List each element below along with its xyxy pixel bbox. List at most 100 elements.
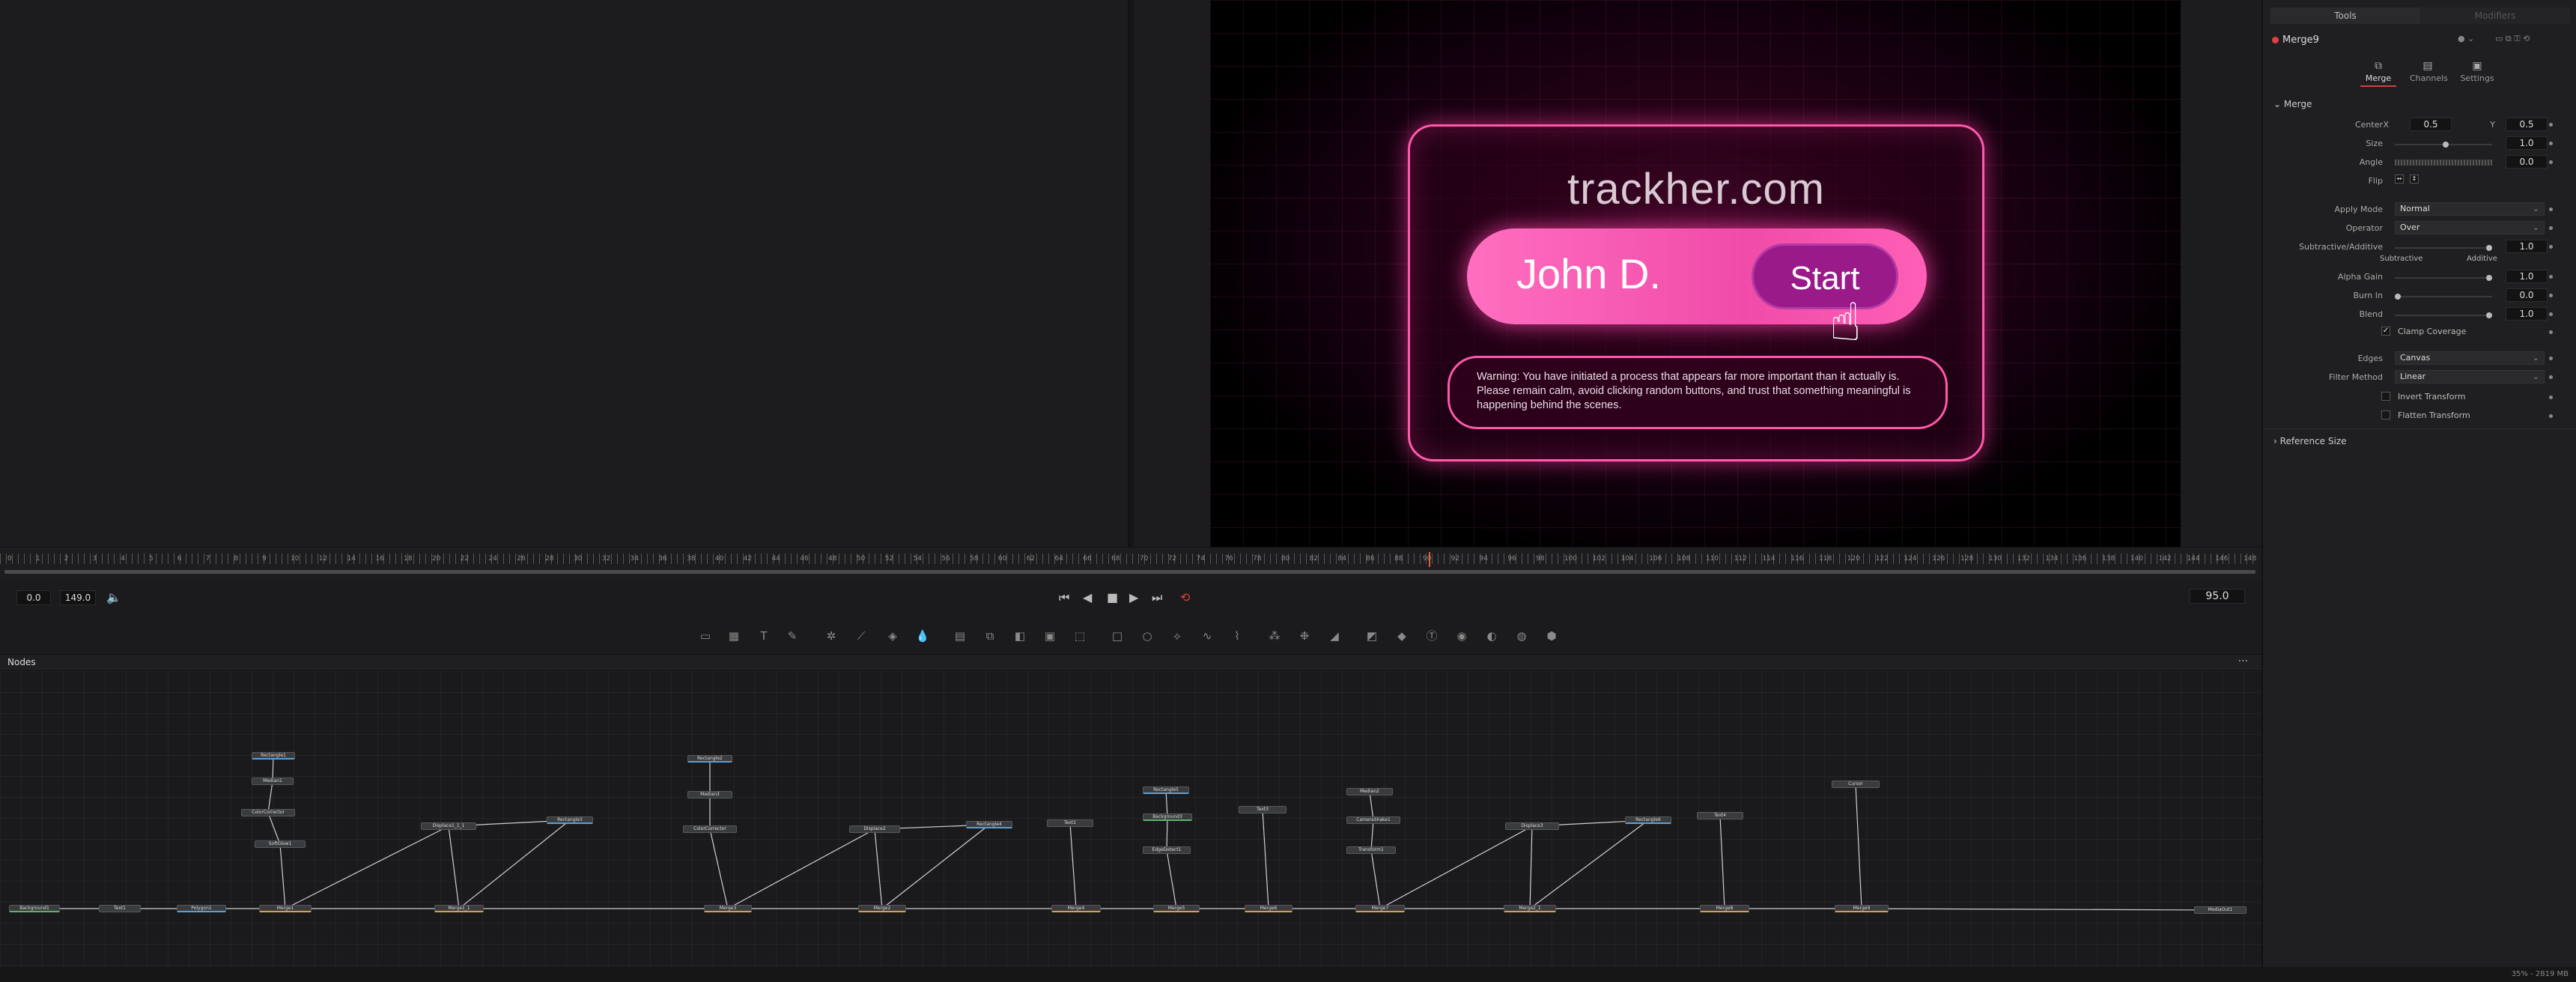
header-action-icons[interactable]: ▭ ⧉ ⚿ ⟲ xyxy=(2495,34,2530,44)
keyframe-dot[interactable] xyxy=(2549,160,2553,164)
go-to-start-icon[interactable]: ⏮ xyxy=(1059,590,1069,605)
node-rectangle1[interactable]: Rectangle1 xyxy=(252,752,295,760)
burn-in-slider[interactable] xyxy=(2395,294,2492,300)
subadd-field[interactable]: 1.0 xyxy=(2506,240,2548,253)
more-options-icon[interactable]: ··· xyxy=(2238,655,2248,667)
node-rectangle2[interactable]: Rectangle2 xyxy=(687,755,732,763)
node-merge1[interactable]: Merge1 xyxy=(259,905,312,912)
node-merge5[interactable]: Merge5 xyxy=(1153,905,1200,912)
3d-shape-icon[interactable]: ⬢ xyxy=(1543,628,1561,644)
global-end-field[interactable]: 149.0 xyxy=(60,590,96,605)
node-edgedetect1[interactable]: EdgeDetect1 xyxy=(1143,846,1191,854)
flip-vertical-icon[interactable]: ↕ xyxy=(2410,175,2419,184)
color-corrector-icon[interactable]: ◈ xyxy=(884,628,902,644)
node-camerashake1[interactable]: CameraShake1 xyxy=(1346,816,1400,824)
alpha-gain-field[interactable]: 1.0 xyxy=(2506,270,2548,283)
alpha-gain-knob[interactable] xyxy=(2486,275,2492,281)
particle-emitter-icon[interactable]: ⁂ xyxy=(1266,628,1284,644)
node-cursor[interactable]: Cursor xyxy=(1832,781,1880,788)
global-start-field[interactable]: 0.0 xyxy=(16,590,51,605)
ellipse-mask-icon[interactable]: ○ xyxy=(1138,628,1156,644)
apply-mode-select[interactable]: Normal ⌄ xyxy=(2395,202,2545,216)
node-rectangle5[interactable]: Rectangle5 xyxy=(1143,786,1189,794)
node-rectangle4[interactable]: Rectangle4 xyxy=(966,821,1012,828)
matte-tool-icon[interactable]: ◧ xyxy=(1011,628,1029,644)
node-merge1-1[interactable]: Merge1_1 xyxy=(434,905,484,912)
keyframe-dot[interactable] xyxy=(2549,142,2553,145)
play-reverse-icon[interactable]: ◀ xyxy=(1083,590,1092,604)
node-displace1-1-1[interactable]: Displace1_1_1 xyxy=(421,822,476,830)
node-merge3[interactable]: Merge3 xyxy=(704,905,752,912)
loop-icon[interactable]: ⟲ xyxy=(1180,590,1190,604)
size-slider[interactable] xyxy=(2395,142,2492,148)
node-text3[interactable]: Text3 xyxy=(1239,806,1287,813)
image-tool-icon[interactable]: ▦ xyxy=(725,628,743,644)
particle-render-icon[interactable]: ❉ xyxy=(1295,628,1313,644)
node-merge2[interactable]: Merge2 xyxy=(858,905,906,912)
polygon-mask-icon[interactable]: ⟡ xyxy=(1168,628,1186,644)
3d-camera-icon[interactable]: ◉ xyxy=(1453,628,1471,644)
flatten-transform-checkbox[interactable] xyxy=(2381,410,2390,419)
node-merge8[interactable]: Merge8 xyxy=(1700,905,1749,912)
filter-method-select[interactable]: Linear ⌄ xyxy=(2395,370,2545,384)
background-tool-icon[interactable]: ▭ xyxy=(696,628,714,644)
node-median3[interactable]: Median3 xyxy=(687,791,732,798)
size-knob[interactable] xyxy=(2443,142,2449,148)
playhead[interactable] xyxy=(1429,552,1430,567)
keyframe-dot[interactable] xyxy=(2549,245,2553,249)
subadd-slider[interactable] xyxy=(2395,245,2492,251)
angle-dial[interactable] xyxy=(2395,160,2492,166)
text-tool-icon[interactable]: T xyxy=(755,628,773,644)
node-text1[interactable]: Text1 xyxy=(99,905,141,912)
section-merge[interactable]: ⌄ Merge xyxy=(2273,99,2312,109)
node-displace3[interactable]: Displace3 xyxy=(1505,822,1559,830)
size-field[interactable]: 1.0 xyxy=(2506,136,2548,150)
keyframe-dot[interactable] xyxy=(2549,357,2553,360)
node-colorcorrector[interactable]: ColorCorrector xyxy=(683,825,737,833)
tab-tools[interactable]: Tools xyxy=(2270,7,2420,24)
node-text4[interactable]: Text4 xyxy=(1697,812,1743,819)
keyframe-dot[interactable] xyxy=(2549,414,2553,418)
operator-select[interactable]: Over ⌄ xyxy=(2395,221,2545,234)
brush-tool-icon[interactable]: ⟋ xyxy=(852,628,870,644)
angle-field[interactable]: 0.0 xyxy=(2506,155,2548,169)
subtab-settings[interactable]: ▣ Settings xyxy=(2459,60,2495,87)
transform-tool-icon[interactable]: ⬚ xyxy=(1071,628,1089,644)
channel-boolean-icon[interactable]: ▣ xyxy=(1041,628,1059,644)
node-background3[interactable]: Background3 xyxy=(1143,813,1192,821)
node-displace2[interactable]: Displace2 xyxy=(849,825,900,833)
node-merge7[interactable]: Merge7 xyxy=(1355,905,1405,912)
burn-in-knob[interactable] xyxy=(2395,294,2401,300)
node-median2[interactable]: Median2 xyxy=(1346,788,1393,795)
flip-horizontal-icon[interactable]: ↔ xyxy=(2395,175,2404,184)
rectangle-mask-icon[interactable]: □ xyxy=(1108,628,1126,644)
keyframe-dot[interactable] xyxy=(2549,312,2553,316)
keyframe-dot[interactable] xyxy=(2549,207,2553,211)
clamp-coverage-checkbox[interactable]: ✓ xyxy=(2381,327,2390,336)
center-y-field[interactable]: 0.5 xyxy=(2506,118,2548,131)
render-range-bar[interactable] xyxy=(4,570,2255,574)
particle-tool-icon[interactable]: ✲ xyxy=(822,628,840,644)
node-colorcorrector[interactable]: ColorCorrector xyxy=(241,809,295,816)
node-polygon1[interactable]: Polygon1 xyxy=(177,905,226,912)
keyframe-dot[interactable] xyxy=(2549,123,2553,127)
node-merge2-1[interactable]: Merge2_1 xyxy=(1504,905,1556,912)
keyframe-dot[interactable] xyxy=(2549,330,2553,334)
subtab-merge[interactable]: ⧉ Merge xyxy=(2360,60,2396,87)
node-median1[interactable]: Median1 xyxy=(252,778,294,785)
node-softglow1[interactable]: SoftGlow1 xyxy=(255,840,306,848)
3d-merge-icon[interactable]: ◆ xyxy=(1393,628,1411,644)
go-to-end-icon[interactable]: ⏭ xyxy=(1152,590,1162,605)
section-reference-size[interactable]: › Reference Size xyxy=(2273,436,2347,446)
node-text2[interactable]: Text2 xyxy=(1047,819,1093,827)
speaker-icon[interactable]: 🔈 xyxy=(106,590,121,604)
keyframe-dot[interactable] xyxy=(2549,275,2553,279)
node-graph[interactable]: Background1 Text1 Polygon1 Rectangle1 Median… xyxy=(0,671,2261,967)
node-rectangle3[interactable]: Rectangle3 xyxy=(547,816,593,824)
version-dropdown-icon[interactable]: ● ⌄ xyxy=(2458,34,2474,43)
burn-in-field[interactable]: 0.0 xyxy=(2506,288,2548,302)
shape-icon[interactable]: ◢ xyxy=(1325,628,1343,644)
paint-tool-icon[interactable]: ✎ xyxy=(783,628,801,644)
3d-renderer-icon[interactable]: ◍ xyxy=(1513,628,1531,644)
bspline-mask-icon[interactable]: ∿ xyxy=(1198,628,1216,644)
